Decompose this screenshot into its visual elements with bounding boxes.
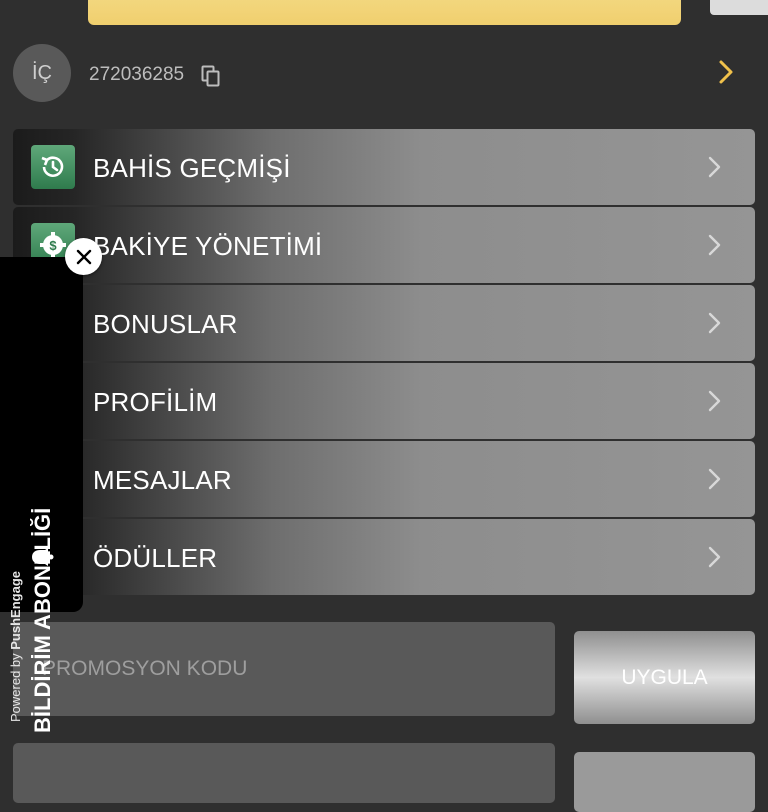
top-banner[interactable] [88, 0, 681, 25]
chevron-right-icon [708, 312, 721, 334]
user-id: 272036285 [89, 64, 185, 85]
account-menu: BAHİS GEÇMİŞİ $ BAKİYE YÖNETİMİ BONUSLAR… [13, 129, 755, 597]
avatar: İÇ [13, 44, 71, 102]
push-widget-title: BİLDİRİM ABONELİĞİ [30, 507, 55, 733]
menu-item-balance-management[interactable]: $ BAKİYE YÖNETİMİ [13, 207, 755, 283]
menu-item-bet-history[interactable]: BAHİS GEÇMİŞİ [13, 129, 755, 205]
apply-button[interactable]: UYGULA [574, 631, 755, 724]
history-icon [31, 145, 75, 189]
chevron-right-icon [708, 156, 721, 178]
menu-item-rewards[interactable]: ÖDÜLLER [13, 519, 755, 595]
chevron-right-icon [708, 546, 721, 568]
menu-item-label: BONUSLAR [93, 309, 238, 339]
menu-item-bonuses[interactable]: BONUSLAR [13, 285, 755, 361]
menu-item-label: BAKİYE YÖNETİMİ [93, 231, 323, 261]
powered-by-brand: PushEngage [8, 570, 23, 650]
menu-item-label: PROFİLİM [93, 387, 218, 417]
top-right-button[interactable] [710, 0, 768, 15]
secondary-input-field[interactable] [13, 743, 555, 803]
powered-by-text: Powered by PushEngage [8, 571, 23, 722]
promo-code-field[interactable] [13, 622, 555, 716]
chevron-right-icon [708, 468, 721, 490]
close-icon [76, 249, 91, 264]
menu-item-label: BAHİS GEÇMİŞİ [93, 153, 291, 183]
secondary-button[interactable] [574, 752, 755, 812]
promo-code-input[interactable] [40, 656, 528, 682]
chevron-right-icon [708, 390, 721, 412]
menu-item-messages[interactable]: MESAJLAR [13, 441, 755, 517]
menu-item-label: ÖDÜLLER [93, 543, 218, 573]
close-push-widget-button[interactable] [65, 238, 102, 275]
avatar-initials: İÇ [32, 61, 52, 84]
push-widget-text: Powered by PushEngage BİLDİRİM ABONELİĞİ [8, 477, 68, 757]
copy-icon[interactable] [201, 65, 221, 87]
chevron-right-icon [708, 234, 721, 256]
menu-item-profile[interactable]: PROFİLİM [13, 363, 755, 439]
bell-icon [32, 548, 54, 566]
powered-by-prefix: Powered by [8, 649, 23, 722]
menu-item-label: MESAJLAR [93, 465, 232, 495]
account-chevron-right-icon[interactable] [712, 58, 740, 86]
svg-text:$: $ [49, 238, 57, 253]
